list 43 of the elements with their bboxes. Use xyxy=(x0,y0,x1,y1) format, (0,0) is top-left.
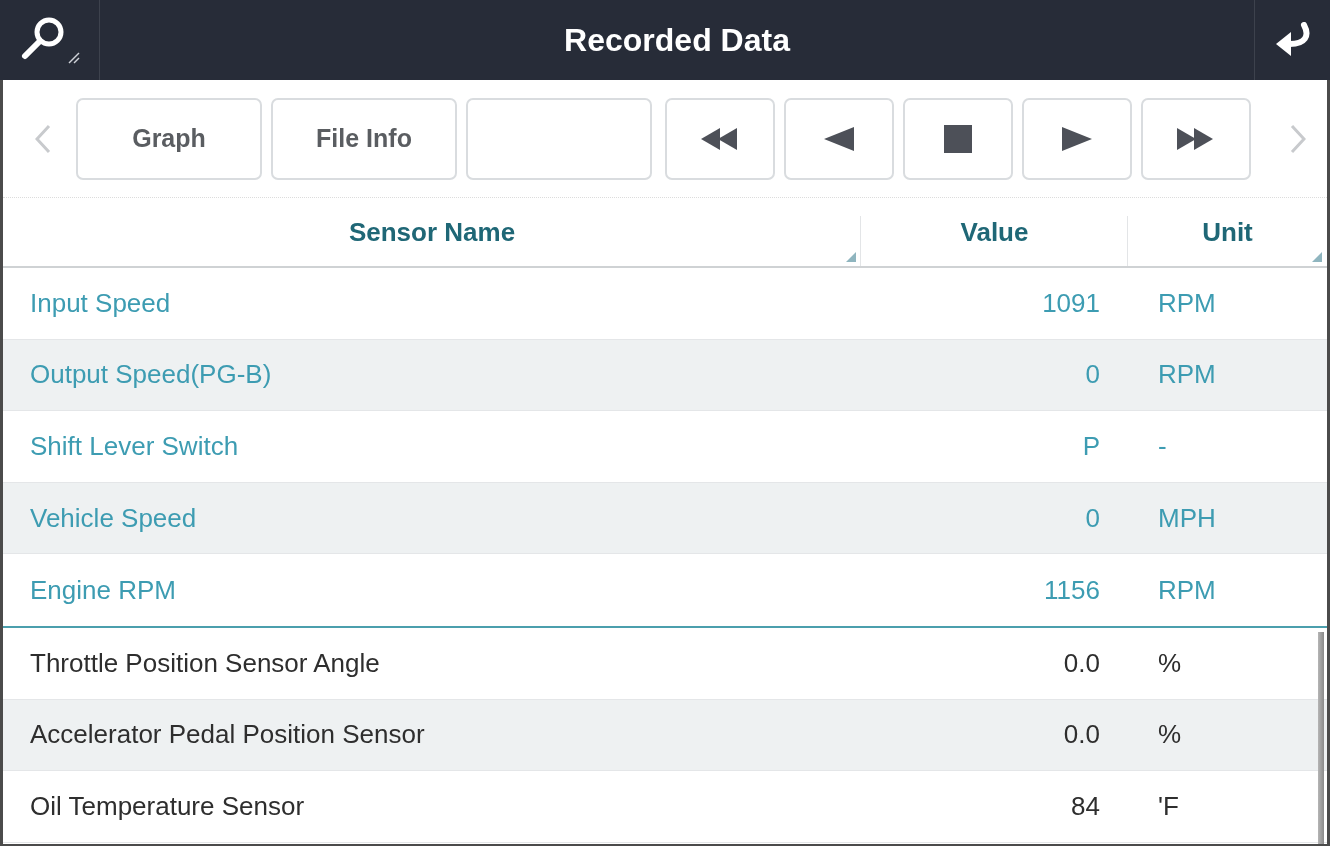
play-button[interactable] xyxy=(1022,97,1132,180)
sensor-name: Accelerator Pedal Position Sensor xyxy=(29,718,426,752)
sensor-unit: MPH xyxy=(1157,501,1217,535)
sensor-unit: RPM xyxy=(1157,573,1217,607)
sensor-name: Input Speed xyxy=(29,286,172,320)
sensor-unit: 'F xyxy=(1157,789,1180,823)
sensor-value: 0.0 xyxy=(1062,718,1101,752)
play-backward-icon xyxy=(824,126,854,151)
sensor-name: Vehicle Speed xyxy=(29,501,198,535)
rewind-icon xyxy=(701,127,739,150)
sensor-unit: RPM xyxy=(1157,286,1217,320)
window-title: Recorded Data xyxy=(563,21,792,60)
sensor-unit: % xyxy=(1157,646,1183,680)
sensor-value: 1091 xyxy=(1041,286,1101,320)
sensor-name: Shift Lever Switch xyxy=(29,430,240,463)
sensor-unit: % xyxy=(1157,718,1183,752)
sensor-value: 0.0 xyxy=(1062,646,1101,680)
toolbar-button[interactable]: File Info xyxy=(271,97,457,180)
column-header[interactable]: Unit xyxy=(1202,212,1253,252)
fast-forward-icon xyxy=(1177,127,1215,150)
stop-button[interactable] xyxy=(903,97,1013,180)
sensor-unit: - xyxy=(1157,430,1168,463)
stop-icon xyxy=(944,124,972,153)
fast-forward-button[interactable] xyxy=(1141,97,1251,180)
sensor-name: Throttle Position Sensor Angle xyxy=(29,646,381,680)
resize-grip-icon[interactable] xyxy=(1312,252,1322,262)
column-header[interactable]: Value xyxy=(960,212,1029,252)
toolbar-button[interactable]: Graph xyxy=(76,97,262,180)
sensor-value: P xyxy=(1081,430,1101,463)
sensor-name: Oil Temperature Sensor xyxy=(29,789,306,823)
sensor-name: Output Speed(PG-B) xyxy=(29,358,273,392)
sensor-unit: RPM xyxy=(1157,358,1217,392)
play-icon xyxy=(1062,126,1092,151)
sensor-value: 0 xyxy=(1084,358,1101,392)
rewind-button[interactable] xyxy=(665,97,775,180)
sensor-value: 1156 xyxy=(1043,573,1101,607)
sensor-name: Engine RPM xyxy=(29,573,177,607)
resize-grip-icon[interactable] xyxy=(846,252,856,262)
sensor-value: 84 xyxy=(1070,789,1101,823)
sensor-value: 0 xyxy=(1084,501,1101,535)
play-backward-button[interactable] xyxy=(784,97,894,180)
scrollbar[interactable] xyxy=(1318,631,1324,844)
column-header[interactable]: Sensor Name xyxy=(348,212,516,252)
